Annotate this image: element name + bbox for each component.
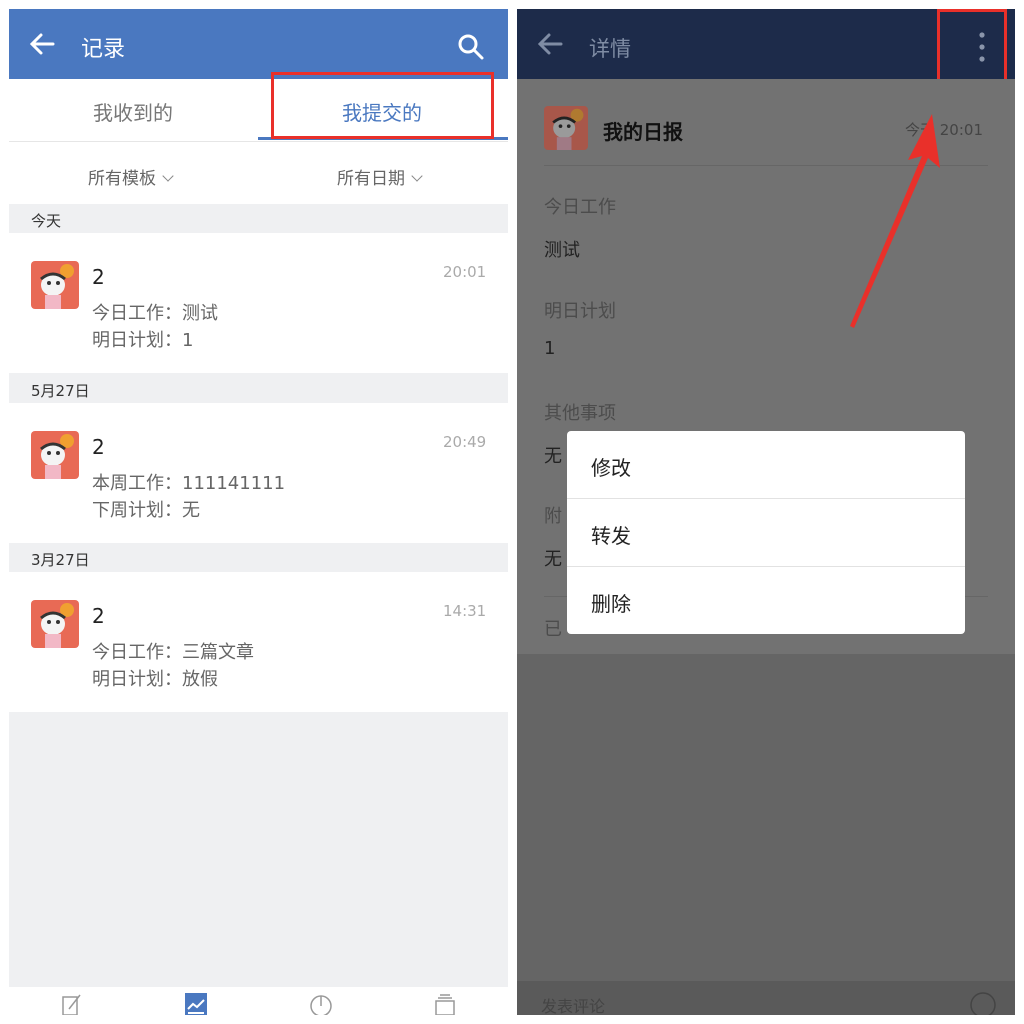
detail-screen: 详情 我的日报 今天 20:01 今日工作 测试 明日计划 1 其他事项 无 附… <box>517 9 1015 1015</box>
options-menu: 修改 转发 删除 <box>567 431 965 634</box>
chevron-down-icon <box>162 170 174 182</box>
menu-item-edit[interactable]: 修改 <box>567 431 965 499</box>
item-count: 2 <box>92 435 105 459</box>
template-filter-label: 所有模板 <box>88 169 156 189</box>
date-group-label: 5月27日 <box>31 382 90 400</box>
field-value: 1 <box>544 338 556 359</box>
item-line-1: 今日工作：测试 <box>92 303 218 324</box>
item-count: 2 <box>92 604 105 628</box>
stack-icon[interactable] <box>434 993 456 1015</box>
date-group-header: 今天 <box>9 205 508 233</box>
item-time: 14:31 <box>443 602 487 620</box>
footer-partial: 已 <box>544 619 562 640</box>
menu-item-delete[interactable]: 删除 <box>567 567 965 634</box>
chart-icon[interactable] <box>185 993 207 1015</box>
date-group-label: 今天 <box>31 212 62 230</box>
highlight-box-submitted-tab <box>271 72 494 139</box>
edit-icon[interactable] <box>61 993 83 1015</box>
comment-placeholder: 发表评论 <box>541 997 606 1015</box>
field-value: 无 <box>544 446 562 467</box>
annotation-arrow-icon <box>850 114 940 328</box>
list-item[interactable]: 2 20:01 今日工作：测试 明日计划：1 <box>9 233 508 373</box>
comment-bar[interactable]: 发表评论 <box>517 981 1015 1015</box>
menu-item-forward[interactable]: 转发 <box>567 499 965 567</box>
avatar <box>31 261 79 309</box>
tab-received[interactable]: 我收到的 <box>93 97 173 126</box>
item-line-1: 今日工作：三篇文章 <box>92 642 254 663</box>
back-arrow-icon[interactable] <box>29 31 55 57</box>
list-item[interactable]: 2 20:49 本周工作：111141111 下周计划：无 <box>9 403 508 543</box>
menu-item-label: 修改 <box>591 456 631 480</box>
emoji-icon[interactable] <box>969 991 997 1015</box>
menu-item-label: 删除 <box>591 592 631 616</box>
date-filter[interactable]: 所有日期 <box>337 164 423 189</box>
filter-bar: 所有模板 所有日期 <box>9 142 508 204</box>
item-time: 20:01 <box>443 263 487 281</box>
page-title: 详情 <box>589 37 631 61</box>
records-header: 记录 <box>9 9 508 79</box>
menu-item-label: 转发 <box>591 524 631 548</box>
date-group-label: 3月27日 <box>31 551 90 569</box>
field-label: 明日计划 <box>544 301 616 322</box>
field-value: 测试 <box>544 240 580 261</box>
date-filter-label: 所有日期 <box>337 169 405 189</box>
item-line-1: 本周工作：111141111 <box>92 473 286 494</box>
search-icon[interactable] <box>457 33 485 61</box>
pie-icon[interactable] <box>310 993 332 1015</box>
item-line-2: 明日计划：1 <box>92 330 194 351</box>
field-label: 今日工作 <box>544 197 616 218</box>
bottom-nav <box>9 987 508 1015</box>
avatar <box>31 600 79 648</box>
field-label: 其他事项 <box>544 403 616 424</box>
field-value: 无 <box>544 549 562 570</box>
item-time: 20:49 <box>443 433 487 451</box>
item-count: 2 <box>92 265 105 289</box>
back-arrow-icon[interactable] <box>537 31 563 57</box>
item-line-2: 明日计划：放假 <box>92 669 218 690</box>
date-group-header: 3月27日 <box>9 544 508 572</box>
page-title: 记录 <box>81 37 126 62</box>
item-line-2: 下周计划：无 <box>92 500 200 521</box>
template-filter[interactable]: 所有模板 <box>88 164 174 189</box>
report-name: 我的日报 <box>603 120 683 144</box>
chevron-down-icon <box>411 170 423 182</box>
field-label: 附 <box>544 506 562 527</box>
avatar <box>31 431 79 479</box>
list-item[interactable]: 2 14:31 今日工作：三篇文章 明日计划：放假 <box>9 572 508 712</box>
avatar <box>544 106 588 150</box>
date-group-header: 5月27日 <box>9 375 508 403</box>
records-screen: 记录 我收到的 我提交的 所有模板 所有日期 今天 2 20:01 今日工作：测… <box>9 9 508 1015</box>
